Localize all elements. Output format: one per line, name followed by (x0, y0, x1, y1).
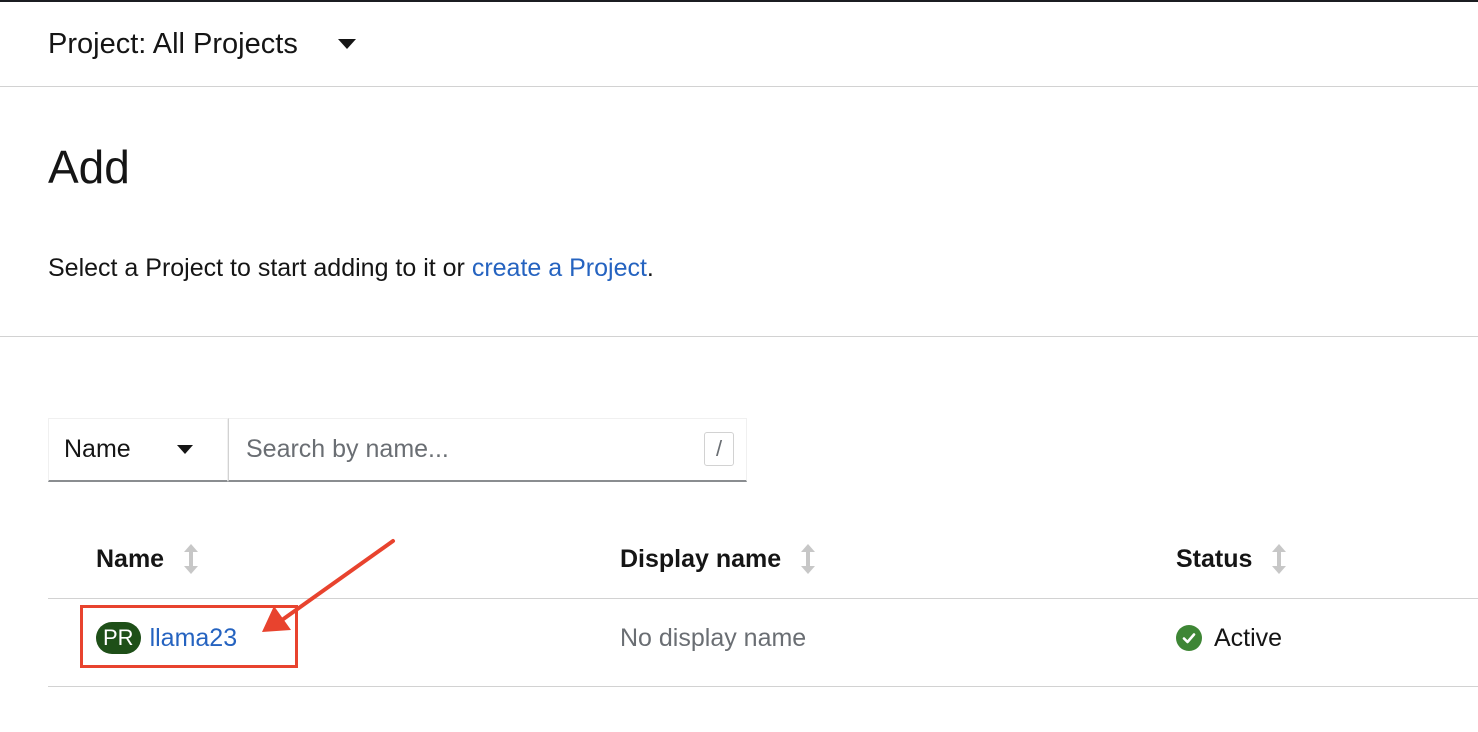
projects-table: Name Display name Status PR llama23 No d… (48, 522, 1478, 687)
filter-toolbar: Name / (48, 418, 747, 484)
sort-icon (801, 544, 816, 574)
project-link[interactable]: llama23 (150, 624, 238, 653)
table-header: Name Display name Status (48, 522, 1478, 599)
intro-text-lead: Select a Project to start adding to it o… (48, 254, 472, 282)
column-header-label: Status (1176, 544, 1253, 573)
project-selector-label: Project: All Projects (48, 27, 298, 60)
page-title: Add (48, 141, 130, 193)
intro-text-suffix: . (646, 254, 654, 282)
search-input[interactable] (229, 419, 746, 480)
project-badge: PR (96, 622, 141, 654)
filter-type-label: Name (64, 435, 131, 463)
display-name-cell: No display name (620, 623, 807, 652)
filter-type-dropdown[interactable]: Name (48, 418, 228, 482)
project-name-cell: PR llama23 (96, 621, 237, 655)
caret-down-icon (337, 39, 356, 49)
caret-down-icon (177, 445, 193, 454)
intro-text: Select a Project to start adding to it o… (48, 253, 654, 283)
page: Project: All Projects Add Select a Proje… (0, 0, 1478, 732)
column-header-label: Name (96, 544, 165, 573)
sort-icon (1272, 544, 1287, 574)
create-project-link[interactable]: create a Project (472, 254, 647, 282)
status-cell: Active (1176, 621, 1282, 655)
status-label: Active (1214, 623, 1283, 652)
project-selector-toggle[interactable]: Project: All Projects (48, 22, 356, 66)
search-field: / (228, 418, 747, 482)
column-header-display-name[interactable]: Display name (620, 544, 816, 574)
column-header-name[interactable]: Name (96, 544, 199, 574)
project-bar: Project: All Projects (0, 2, 1478, 87)
check-circle-icon (1176, 625, 1202, 651)
page-header: Add Select a Project to start adding to … (0, 87, 1478, 337)
column-header-status[interactable]: Status (1176, 544, 1287, 574)
keyboard-shortcut-hint: / (704, 432, 734, 466)
table-row: PR llama23 No display name Active (48, 599, 1478, 687)
sort-icon (184, 544, 199, 574)
column-header-label: Display name (620, 544, 782, 573)
